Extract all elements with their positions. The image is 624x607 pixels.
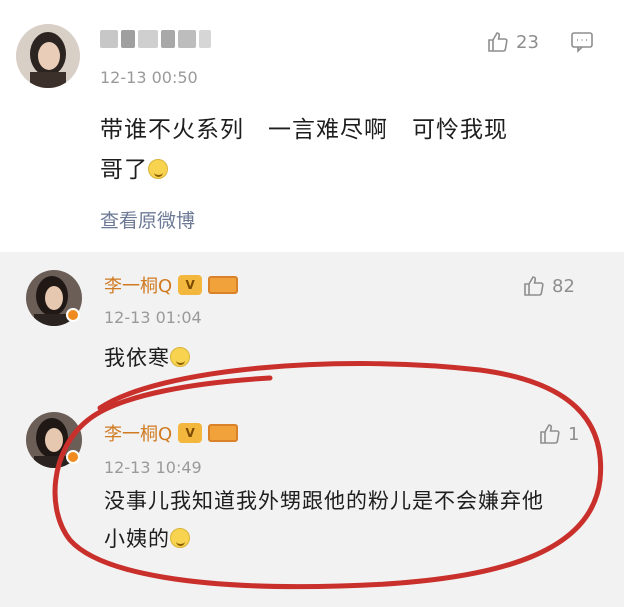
level-badge	[208, 276, 239, 294]
reply-username-row[interactable]: 李一桐Q V	[104, 420, 239, 446]
reply-text-line: 我依寒	[104, 346, 170, 370]
like-button[interactable]: 23	[486, 30, 539, 54]
like-button[interactable]: 1	[538, 422, 579, 446]
comment-text-line2: 哥了	[100, 157, 148, 183]
reply-text-line2: 小姨的	[104, 527, 170, 551]
reply-username[interactable]: 李一桐Q	[104, 272, 172, 298]
blurred-username	[100, 30, 215, 48]
laughing-emoji-icon	[170, 347, 190, 367]
reply-timestamp: 12-13 10:49	[104, 458, 202, 477]
like-count: 23	[516, 31, 539, 53]
reply-text: 我依寒	[104, 338, 190, 378]
main-comment: 12-13 00:50 23 带谁不火系列 一言难尽啊 可怜我现 哥了 查看原微…	[0, 0, 624, 252]
vip-badge: V	[178, 423, 203, 443]
comment-timestamp: 12-13 00:50	[100, 68, 198, 87]
reply-text-line1: 没事儿我知道我外甥跟他的粉儿是不会嫌弃他	[104, 489, 544, 513]
level-badge	[208, 424, 239, 442]
like-count: 82	[552, 275, 575, 297]
commenter-avatar[interactable]	[16, 24, 80, 88]
reply-username-row[interactable]: 李一桐Q V	[104, 272, 239, 298]
comment-text: 带谁不火系列 一言难尽啊 可怜我现 哥了	[100, 110, 600, 190]
replies-section: 李一桐Q V 12-13 01:04 82 我依寒 李一桐Q V 12-13 1…	[0, 252, 624, 607]
comment-icon[interactable]	[570, 31, 594, 57]
verified-badge	[66, 308, 80, 322]
like-button[interactable]: 82	[522, 274, 575, 298]
reply-text: 没事儿我知道我外甥跟他的粉儿是不会嫌弃他 小姨的	[104, 482, 604, 558]
comment-text-line1: 带谁不火系列 一言难尽啊 可怜我现	[100, 117, 508, 143]
thumbs-up-icon	[524, 276, 544, 296]
vip-badge: V	[178, 275, 203, 295]
reply-username[interactable]: 李一桐Q	[104, 420, 172, 446]
laughing-emoji-icon	[170, 528, 190, 548]
verified-badge	[66, 450, 80, 464]
view-original-link[interactable]: 查看原微博	[100, 206, 195, 233]
thumbs-up-icon	[488, 32, 508, 52]
reply-timestamp: 12-13 01:04	[104, 308, 202, 327]
thumbs-up-icon	[540, 424, 560, 444]
laughing-emoji-icon	[148, 159, 168, 179]
like-count: 1	[568, 423, 580, 445]
